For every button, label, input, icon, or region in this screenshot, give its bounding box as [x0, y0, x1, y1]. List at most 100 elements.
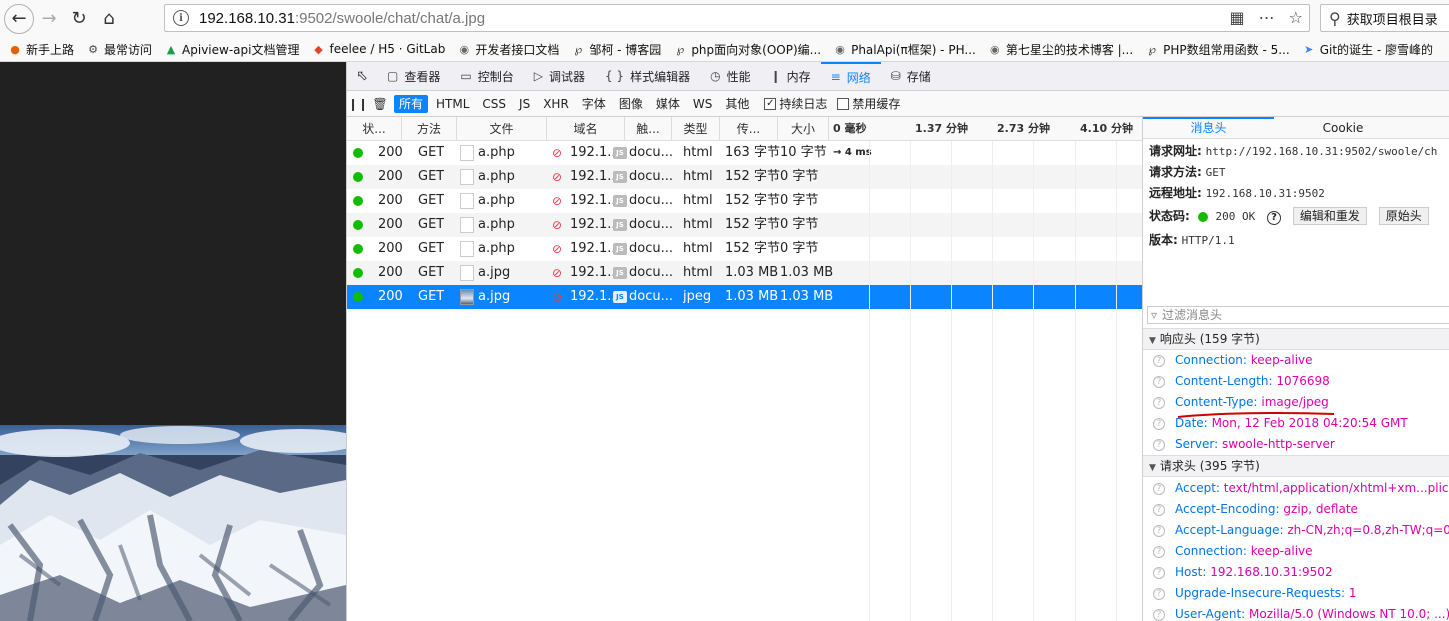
url-bar[interactable]: i 192.168.10.31:9502/swoole/chat/chat/a.…	[164, 4, 1310, 32]
globe-icon: ◉	[459, 42, 470, 56]
forward-button[interactable]: →	[34, 4, 64, 34]
edit-resend-button[interactable]: 编辑和重发	[1292, 207, 1367, 225]
size-cell: 0 字节	[780, 165, 818, 189]
tab-braces[interactable]: { } 样式编辑器	[595, 62, 700, 91]
disable-cache-checkbox[interactable]: 禁用缓存	[837, 95, 900, 112]
tab-memory[interactable]: ❙ 内存	[761, 62, 821, 91]
waterfall-tick-label: 2.73 分钟	[997, 122, 1050, 135]
table-row[interactable]: 200 GET a.jpg ⊘ 192.1... JS docu... html 1.03 MB…	[347, 261, 1142, 285]
bookmark-item[interactable]: ● 新手上路	[8, 41, 74, 58]
bookmark-item[interactable]: ℘ 邹柯 - 博客园	[571, 41, 662, 58]
tab-storage[interactable]: ⛁ 存储	[881, 62, 941, 91]
search-icon: ⚲	[1329, 8, 1341, 28]
column-header[interactable]: 传...	[720, 117, 778, 141]
pause-button[interactable]: ❙❙	[347, 97, 369, 111]
tab-performance[interactable]: ◷ 性能	[700, 62, 761, 91]
star-icon[interactable]: ☆	[1289, 8, 1303, 27]
filter-button[interactable]: JS	[514, 95, 535, 113]
filter-button[interactable]: 其他	[720, 95, 754, 113]
persist-logs-checkbox[interactable]: ✓ 持续日志	[764, 95, 827, 112]
column-header[interactable]: 状...	[347, 117, 402, 141]
document-icon	[460, 240, 474, 257]
tab-debugger[interactable]: ▷ 调试器	[524, 62, 595, 91]
bookmark-item[interactable]: ℘ PHP数组常用函数 - 5...	[1145, 41, 1289, 58]
tab-cookie[interactable]: Cookie	[1274, 117, 1412, 139]
request-headers-section[interactable]: ▼ 请求头 (395 字节)	[1143, 455, 1449, 477]
bookmark-item[interactable]: ◉ 开发者接口文档	[457, 41, 560, 58]
tab-headers[interactable]: 消息头	[1143, 117, 1274, 139]
request-headers-section-title: 请求头 (395 字节)	[1159, 459, 1260, 473]
raw-headers-button[interactable]: 原始头	[1378, 207, 1429, 225]
column-header[interactable]: 大小	[778, 117, 829, 141]
header-entry[interactable]: ? Connection: keep-alive	[1153, 350, 1313, 371]
table-row[interactable]: 200 GET a.php ⊘ 192.1... JS docu... html 163 字节 1…	[347, 141, 1142, 165]
tab-inspector[interactable]: ▢ 查看器	[377, 62, 450, 91]
tab-console[interactable]: ▭ 控制台	[450, 62, 523, 91]
table-row[interactable]: 200 GET a.php ⊘ 192.1... JS docu... html 152 字节 0…	[347, 213, 1142, 237]
more-actions-icon[interactable]: ⋯	[1259, 8, 1275, 27]
cause-cell-text: docu...	[629, 193, 673, 208]
cause-cell: JS docu...	[613, 261, 673, 285]
tab-network[interactable]: ≡ 网络	[820, 61, 881, 91]
bookmark-item[interactable]: ⚙ 最常访问	[86, 41, 152, 58]
size-cell: 0 字节	[780, 237, 818, 261]
header-entry[interactable]: ? User-Agent: Mozilla/5.0 (Windows NT 10.…	[1153, 604, 1449, 621]
filter-button[interactable]: 图像	[614, 95, 648, 113]
domain-cell: ⊘ 192.1...	[552, 141, 620, 165]
header-entry[interactable]: ? Accept: text/html,application/xhtml+xm.…	[1153, 478, 1449, 499]
bookmark-item[interactable]: ◆ feelee / H5 · GitLab	[311, 42, 445, 56]
filter-button[interactable]: 字体	[577, 95, 611, 113]
filter-button[interactable]: 媒体	[651, 95, 685, 113]
filter-headers-input[interactable]: ▿ 过滤消息头	[1147, 306, 1449, 324]
clear-button[interactable]: 🗑	[369, 97, 391, 111]
home-button[interactable]: ⌂	[94, 4, 124, 34]
method-cell: GET	[418, 141, 444, 165]
response-headers-section[interactable]: ▼ 响应头 (159 字节)	[1143, 328, 1449, 350]
header-entry[interactable]: ? Content-Length: 1076698	[1153, 371, 1330, 392]
qr-code-icon[interactable]: ▦	[1230, 8, 1245, 27]
header-entry[interactable]: ? Accept-Encoding: gzip, deflate	[1153, 499, 1358, 520]
help-icon: ?	[1153, 545, 1165, 558]
navigation-bar: ← → ↻ ⌂ i 192.168.10.31:9502/swoole/chat…	[0, 0, 1449, 37]
filter-placeholder: 过滤消息头	[1162, 308, 1223, 322]
back-button[interactable]: ←	[4, 3, 34, 34]
header-name: Accept-Language:	[1175, 523, 1284, 537]
bookmark-item[interactable]: ◉ PhalApi(π框架) - PH...	[833, 41, 976, 58]
column-header[interactable]: 触...	[625, 117, 672, 141]
bookmark-item[interactable]: ℘ php面向对象(OOP)编...	[673, 41, 821, 58]
column-header[interactable]: 类型	[672, 117, 720, 141]
response-headers-section-title: 响应头 (159 字节)	[1159, 332, 1260, 346]
header-entry[interactable]: ? Connection: keep-alive	[1153, 541, 1313, 562]
help-icon[interactable]: ?	[1267, 211, 1282, 225]
document-icon	[460, 264, 474, 281]
table-row[interactable]: 200 GET a.php ⊘ 192.1... JS docu... html 152 字节 0…	[347, 237, 1142, 261]
table-row[interactable]: 200 GET a.jpg ⊘ 192.1... JS docu... jpeg 1.03 MB…	[347, 285, 1142, 309]
table-row[interactable]: 200 GET a.php ⊘ 192.1... JS docu... html 152 字节 0…	[347, 165, 1142, 189]
column-header[interactable]: 域名	[547, 117, 625, 141]
header-entry[interactable]: ? Server: swoole-http-server	[1153, 434, 1335, 455]
status-cell-text: 200	[378, 193, 403, 208]
file-cell-text: a.php	[478, 169, 515, 184]
info-icon[interactable]: i	[173, 10, 189, 26]
bookmark-label: Apiview-api文档管理	[182, 42, 300, 57]
bookmark-item[interactable]: ◉ 第七星尘的技术博客 |...	[988, 41, 1133, 58]
header-name: Host:	[1175, 565, 1207, 579]
filter-button[interactable]: HTML	[431, 95, 474, 113]
search-input[interactable]: ⚲ 获取项目根目录	[1320, 4, 1449, 32]
header-entry[interactable]: ? Upgrade-Insecure-Requests: 1	[1153, 583, 1357, 604]
column-header[interactable]: 文件	[457, 117, 547, 141]
filter-button[interactable]: CSS	[477, 95, 511, 113]
filter-button[interactable]: 所有	[394, 94, 429, 113]
column-header[interactable]: 方法	[402, 117, 457, 141]
reload-button[interactable]: ↻	[64, 4, 94, 34]
table-row[interactable]: 200 GET a.php ⊘ 192.1... JS docu... html 152 字节 0…	[347, 189, 1142, 213]
header-entry[interactable]: ? Host: 192.168.10.31:9502	[1153, 562, 1333, 583]
filter-button[interactable]: XHR	[538, 95, 574, 113]
bookmark-item[interactable]: ➤ Git的诞生 - 廖雪峰的	[1302, 41, 1433, 58]
filter-button[interactable]: WS	[688, 95, 717, 113]
element-picker-button[interactable]: ⬁	[347, 62, 377, 91]
bookmark-item[interactable]: ▲ Apiview-api文档管理	[164, 41, 300, 58]
transferred-cell: 152 字节	[725, 189, 780, 213]
size-cell-text: 0 字节	[780, 193, 819, 208]
header-entry[interactable]: ? Accept-Language: zh-CN,zh;q=0.8,zh-TW;q…	[1153, 520, 1449, 541]
